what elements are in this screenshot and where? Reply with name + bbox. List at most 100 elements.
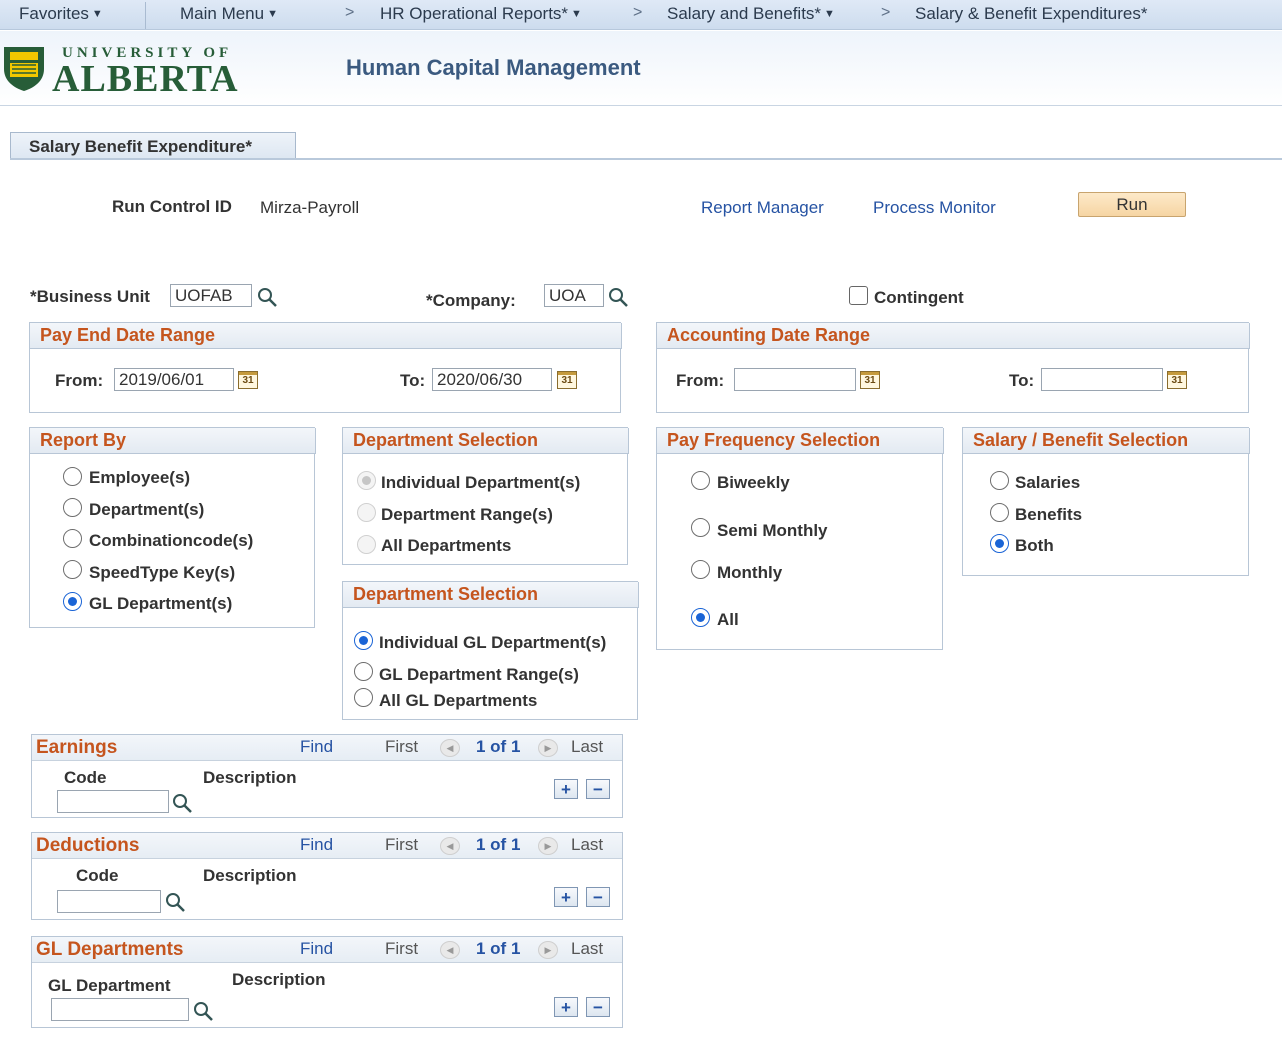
radio-all-gl-departments[interactable] bbox=[354, 688, 373, 707]
radio-individual-department[interactable] bbox=[357, 471, 376, 490]
gl-departments-find-link[interactable]: Find bbox=[300, 939, 333, 959]
gl-departments-first-link[interactable]: First bbox=[385, 939, 418, 959]
gl-departments-row-count: 1 of 1 bbox=[476, 939, 521, 958]
logo-text-alberta: ALBERTA bbox=[52, 58, 239, 100]
accounting-from-input[interactable] bbox=[734, 368, 856, 391]
previous-arrow-icon[interactable]: ◀ bbox=[440, 941, 460, 959]
search-icon[interactable] bbox=[171, 792, 193, 814]
gl-departments-last-link[interactable]: Last bbox=[571, 939, 603, 959]
tab-salary-benefit-expenditure[interactable]: Salary Benefit Expenditure* bbox=[10, 132, 296, 159]
breadcrumb-salary-benefit-expenditures[interactable]: Salary & Benefit Expenditures* bbox=[915, 4, 1147, 24]
calendar-icon[interactable]: 31 bbox=[238, 371, 258, 389]
delete-row-button[interactable]: − bbox=[586, 887, 610, 907]
radio-department[interactable] bbox=[63, 498, 82, 517]
company-input[interactable] bbox=[544, 284, 604, 307]
gl-department-code-header: GL Department bbox=[48, 976, 171, 995]
gl-departments-grid-header: GL Departments Find First ◀ 1 of 1 ▶ Las… bbox=[32, 937, 622, 963]
radio-both[interactable] bbox=[990, 534, 1009, 553]
earnings-row-count: 1 of 1 bbox=[476, 737, 521, 756]
radio-salaries[interactable] bbox=[990, 471, 1009, 490]
deductions-title: Deductions bbox=[36, 835, 140, 856]
contingent-checkbox[interactable] bbox=[849, 286, 868, 305]
radio-all-frequency-label: All bbox=[717, 610, 739, 629]
contingent-label: Contingent bbox=[874, 288, 964, 307]
radio-employee-label: Employee(s) bbox=[89, 468, 191, 487]
accounting-to-input[interactable] bbox=[1041, 368, 1163, 391]
deductions-find-link[interactable]: Find bbox=[300, 835, 333, 855]
favorites-menu[interactable]: Favorites ▼ bbox=[19, 4, 103, 24]
radio-all-departments-label: All Departments bbox=[381, 536, 512, 555]
gl-departments-title: GL Departments bbox=[36, 939, 184, 960]
gl-departments-grid: GL Departments Find First ◀ 1 of 1 ▶ Las… bbox=[31, 936, 623, 1028]
radio-semi-monthly-label: Semi Monthly bbox=[717, 521, 828, 540]
search-icon[interactable] bbox=[164, 891, 186, 913]
run-control-label: Run Control ID bbox=[112, 197, 232, 216]
breadcrumb-separator: > bbox=[633, 4, 643, 21]
chevron-down-icon: ▼ bbox=[824, 8, 835, 20]
run-button[interactable]: Run bbox=[1078, 192, 1186, 217]
radio-individual-gl-department[interactable] bbox=[354, 631, 373, 650]
pay-end-to-input[interactable] bbox=[432, 368, 552, 391]
chevron-down-icon: ▼ bbox=[571, 8, 582, 20]
deductions-first-link[interactable]: First bbox=[385, 835, 418, 855]
salary-benefit-selection-title: Salary / Benefit Selection bbox=[963, 428, 1250, 454]
calendar-icon[interactable]: 31 bbox=[1167, 371, 1187, 389]
add-row-button[interactable]: + bbox=[554, 887, 578, 907]
main-menu[interactable]: Main Menu ▼ bbox=[180, 4, 278, 24]
previous-arrow-icon[interactable]: ◀ bbox=[440, 837, 460, 855]
deductions-code-input[interactable] bbox=[57, 890, 161, 913]
breadcrumb-salary-and-benefits[interactable]: Salary and Benefits* ▼ bbox=[667, 4, 835, 24]
next-arrow-icon[interactable]: ▶ bbox=[538, 941, 558, 959]
earnings-last-link[interactable]: Last bbox=[571, 737, 603, 757]
calendar-icon[interactable]: 31 bbox=[860, 371, 880, 389]
delete-row-button[interactable]: − bbox=[586, 779, 610, 799]
radio-department-range[interactable] bbox=[357, 503, 376, 522]
breadcrumb-label: HR Operational Reports* bbox=[380, 4, 569, 23]
pay-end-date-range-title: Pay End Date Range bbox=[30, 323, 622, 349]
search-icon[interactable] bbox=[256, 286, 278, 308]
add-row-button[interactable]: + bbox=[554, 779, 578, 799]
gl-department-selection-box: Department Selection Individual GL Depar… bbox=[342, 581, 639, 720]
app-title: Human Capital Management bbox=[346, 55, 641, 80]
pay-end-from-input[interactable] bbox=[114, 368, 234, 391]
pay-end-from-label: From: bbox=[55, 371, 104, 390]
breadcrumb-hr-operational-reports[interactable]: HR Operational Reports* ▼ bbox=[380, 4, 582, 24]
radio-gl-department-range[interactable] bbox=[354, 662, 373, 681]
deductions-last-link[interactable]: Last bbox=[571, 835, 603, 855]
radio-all-departments[interactable] bbox=[357, 535, 376, 554]
search-icon[interactable] bbox=[192, 1000, 214, 1022]
radio-monthly-label: Monthly bbox=[717, 563, 783, 582]
process-monitor-link[interactable]: Process Monitor bbox=[873, 198, 996, 218]
earnings-first-link[interactable]: First bbox=[385, 737, 418, 757]
radio-employee[interactable] bbox=[63, 467, 82, 486]
next-arrow-icon[interactable]: ▶ bbox=[538, 739, 558, 757]
radio-both-label: Both bbox=[1015, 536, 1054, 555]
earnings-code-input[interactable] bbox=[57, 790, 169, 813]
next-arrow-icon[interactable]: ▶ bbox=[538, 837, 558, 855]
radio-individual-gl-department-label: Individual GL Department(s) bbox=[379, 633, 607, 652]
search-icon[interactable] bbox=[607, 286, 629, 308]
breadcrumb-separator: > bbox=[881, 4, 891, 21]
delete-row-button[interactable]: − bbox=[586, 997, 610, 1017]
gl-department-code-input[interactable] bbox=[51, 998, 189, 1021]
radio-combinationcode[interactable] bbox=[63, 529, 82, 548]
radio-semi-monthly[interactable] bbox=[691, 518, 710, 537]
chevron-down-icon: ▼ bbox=[91, 8, 103, 20]
radio-benefits[interactable] bbox=[990, 503, 1009, 522]
accounting-date-range-title: Accounting Date Range bbox=[657, 323, 1250, 349]
earnings-find-link[interactable]: Find bbox=[300, 737, 333, 757]
radio-monthly[interactable] bbox=[691, 560, 710, 579]
business-unit-input[interactable] bbox=[170, 284, 252, 307]
top-navigation-bar: Favorites ▼ Main Menu ▼ > HR Operational R… bbox=[0, 0, 1282, 30]
radio-speedtype-key[interactable] bbox=[63, 560, 82, 579]
radio-gl-department[interactable] bbox=[63, 592, 82, 611]
deductions-row-count: 1 of 1 bbox=[476, 835, 521, 854]
breadcrumb-separator: > bbox=[345, 4, 355, 21]
report-manager-link[interactable]: Report Manager bbox=[701, 198, 824, 218]
radio-biweekly[interactable] bbox=[691, 471, 710, 490]
add-row-button[interactable]: + bbox=[554, 997, 578, 1017]
calendar-icon[interactable]: 31 bbox=[557, 371, 577, 389]
radio-all-frequency[interactable] bbox=[691, 608, 710, 627]
previous-arrow-icon[interactable]: ◀ bbox=[440, 739, 460, 757]
radio-department-range-label: Department Range(s) bbox=[381, 505, 553, 524]
